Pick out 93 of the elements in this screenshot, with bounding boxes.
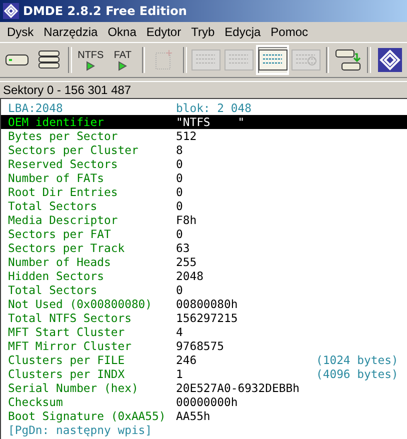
- field-value: 156297215: [176, 311, 239, 325]
- field-value: 63: [176, 241, 191, 255]
- grid-icon: [154, 49, 174, 71]
- field-label: Number of Heads: [8, 255, 112, 269]
- copy-arrow-icon: [335, 48, 362, 72]
- field-label: Not Used (0x00800080): [8, 297, 154, 311]
- field-label: Reserved Sectors: [8, 157, 119, 171]
- field-value: 255: [176, 255, 198, 269]
- field-value: 00000000h: [176, 395, 239, 409]
- field-label: Serial Number (hex): [8, 381, 140, 395]
- field-label: Sectors per FAT: [8, 227, 112, 241]
- field-row[interactable]: MFT Start Cluster 4: [1, 325, 407, 339]
- toolbar-button[interactable]: FAT: [108, 45, 138, 75]
- field-value: 9768575: [176, 339, 226, 353]
- field-row[interactable]: OEM identifier "NTFS ": [1, 115, 407, 129]
- field-value: AA55h: [176, 409, 212, 423]
- menu-item[interactable]: Okna: [102, 25, 142, 39]
- field-label: Total Sectors: [8, 199, 98, 213]
- field-value: 0: [176, 185, 184, 199]
- field-value: 246: [176, 353, 198, 367]
- menu-item[interactable]: Tryb: [186, 25, 220, 39]
- field-value: 4: [176, 325, 184, 339]
- field-label: OEM identifier: [8, 115, 106, 129]
- hint-text: [PgDn: następny wpis]: [8, 423, 152, 437]
- field-row[interactable]: Total NTFS Sectors 156297215: [1, 311, 407, 325]
- play-icon: [118, 60, 128, 70]
- field-row[interactable]: Clusters per FILE 246 (1024 bytes): [1, 353, 407, 367]
- field-row[interactable]: Number of FATs 0: [1, 171, 407, 185]
- field-row[interactable]: Not Used (0x00800080) 00800080h: [1, 297, 407, 311]
- field-value: F8h: [176, 213, 198, 227]
- logo-icon: [378, 48, 402, 72]
- field-row[interactable]: Boot Signature (0xAA55) AA55h: [1, 409, 407, 423]
- list-search-icon: [291, 49, 322, 71]
- field-label: Hidden Sectors: [8, 269, 106, 283]
- menu-item[interactable]: Narzędzia: [38, 25, 103, 39]
- field-value: "NTFS ": [176, 115, 246, 129]
- field-row[interactable]: Media Descriptor F8h: [1, 213, 407, 227]
- field-row[interactable]: Total Sectors 0: [1, 199, 407, 213]
- field-row[interactable]: Hidden Sectors 2048: [1, 269, 407, 283]
- field-row[interactable]: Sectors per Track 63: [1, 241, 407, 255]
- field-row[interactable]: Total Sectors 0: [1, 283, 407, 297]
- menu-item[interactable]: Edycja: [220, 25, 266, 39]
- field-label: Total NTFS Sectors: [8, 311, 132, 325]
- play-icon: [86, 60, 96, 70]
- field-label: MFT Start Cluster: [8, 325, 126, 339]
- field-label: Clusters per FILE: [8, 353, 126, 367]
- field-row[interactable]: Checksum 00000000h: [1, 395, 407, 409]
- field-value: 20E527A0-6932DEBBh: [176, 381, 300, 395]
- field-label: Sectors per Cluster: [8, 143, 140, 157]
- logo-icon: [3, 3, 19, 19]
- field-label: Media Descriptor: [8, 213, 119, 227]
- field-note: (1024 bytes): [316, 353, 398, 367]
- field-row[interactable]: Reserved Sectors 0: [1, 157, 407, 171]
- field-row[interactable]: Number of Heads 255: [1, 255, 407, 269]
- field-value: 0: [176, 227, 184, 241]
- block-label: blok: 2 048: [176, 101, 252, 115]
- field-value: 8: [176, 143, 184, 157]
- field-row[interactable]: Root Dir Entries 0: [1, 185, 407, 199]
- dotted-list-icon: [224, 49, 254, 71]
- window-title: DMDE 2.8.2 Free Edition: [23, 4, 187, 18]
- field-value: 2048: [176, 269, 204, 283]
- field-label: Number of FATs: [8, 171, 106, 185]
- field-label: Checksum: [8, 395, 64, 409]
- disk-stack-icon: [38, 50, 60, 70]
- field-row[interactable]: Clusters per INDX 1 (4096 bytes): [1, 367, 407, 381]
- dotted-list-icon: [258, 49, 288, 71]
- field-label: MFT Mirror Cluster: [8, 339, 132, 353]
- field-note: (4096 bytes): [316, 367, 398, 381]
- tree-list-icon: [191, 49, 222, 71]
- field-label: Bytes per Sector: [8, 129, 119, 143]
- field-value: 0: [176, 283, 184, 297]
- field-row[interactable]: Sectors per FAT 0: [1, 227, 407, 241]
- field-row[interactable]: Serial Number (hex) 20E527A0-6932DEBBh: [1, 381, 407, 395]
- toolbar-button[interactable]: [256, 45, 289, 75]
- field-label: Clusters per INDX: [8, 367, 126, 381]
- field-label: Root Dir Entries: [8, 185, 119, 199]
- field-value: 512: [176, 129, 198, 143]
- lba-label: LBA:2048: [8, 101, 64, 115]
- menu-item[interactable]: Pomoc: [266, 25, 314, 39]
- menu-item[interactable]: Dysk: [2, 25, 39, 39]
- field-label: Boot Signature (0xAA55): [8, 409, 167, 423]
- field-value: 00800080h: [176, 297, 239, 311]
- field-row[interactable]: MFT Mirror Cluster 9768575: [1, 339, 407, 353]
- field-value: 0: [176, 171, 184, 185]
- field-label: Sectors per Track: [8, 241, 126, 255]
- field-label: Total Sectors: [8, 283, 98, 297]
- field-row[interactable]: Sectors per Cluster 8: [1, 143, 407, 157]
- menu-item[interactable]: Edytor: [141, 25, 186, 39]
- toolbar-button[interactable]: NTFS: [76, 45, 106, 75]
- field-value: 0: [176, 157, 184, 171]
- field-value: 0: [176, 199, 184, 213]
- field-row[interactable]: Bytes per Sector 512: [1, 129, 407, 143]
- field-value: 1: [176, 367, 184, 381]
